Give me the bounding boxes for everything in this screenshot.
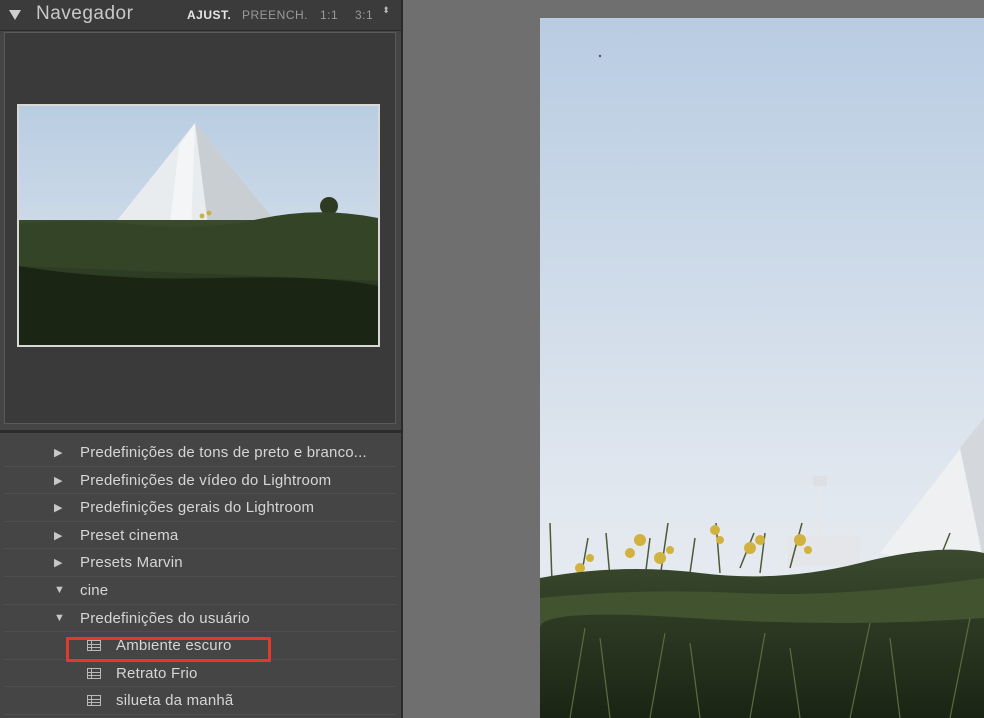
collapse-triangle-icon[interactable] <box>9 10 21 20</box>
preset-folder-label: cine <box>80 581 109 599</box>
collapse-arrow-icon[interactable]: ▼ <box>54 584 65 596</box>
preset-folder-bw-tones[interactable]: ▶ Predefinições de tons de preto e branc… <box>4 439 396 467</box>
preset-list: ▶ Predefinições de tons de preto e branc… <box>4 439 396 715</box>
expand-arrow-icon[interactable]: ▶ <box>54 474 62 487</box>
main-photo <box>540 18 984 718</box>
preset-item-label: silueta da manhã <box>116 692 234 710</box>
collapse-arrow-icon[interactable]: ▼ <box>54 612 65 624</box>
zoom-1to1-option[interactable]: 1:1 <box>320 8 338 22</box>
zoom-fill-option[interactable]: PREENCH. <box>242 8 308 22</box>
selection-highlight <box>66 637 271 662</box>
preset-item-silueta[interactable]: silueta da manhã <box>4 687 396 715</box>
preset-folder-user[interactable]: ▼ Predefinições do usuário <box>4 605 396 633</box>
preset-folder-cinema[interactable]: ▶ Preset cinema <box>4 522 396 550</box>
expand-arrow-icon[interactable]: ▶ <box>54 501 62 514</box>
preset-icon <box>87 695 101 707</box>
preset-item-label: Retrato Frio <box>116 664 198 682</box>
preset-folder-label: Predefinições do usuário <box>80 609 250 627</box>
preset-item-retrato-frio[interactable]: Retrato Frio <box>4 660 396 688</box>
preset-folder-general[interactable]: ▶ Predefinições gerais do Lightroom <box>4 494 396 522</box>
preset-folder-label: Predefinições de vídeo do Lightroom <box>80 471 332 489</box>
expand-arrow-icon[interactable]: ▶ <box>54 529 62 542</box>
navigator-header[interactable]: Navegador AJUST. PREENCH. 1:1 3:1 ⬍ <box>0 0 401 31</box>
main-photo-view[interactable] <box>540 18 984 718</box>
expand-arrow-icon[interactable]: ▶ <box>54 446 62 459</box>
left-panel: Navegador AJUST. PREENCH. 1:1 3:1 ⬍ ▶ Pr… <box>0 0 403 718</box>
preset-folder-video[interactable]: ▶ Predefinições de vídeo do Lightroom <box>4 467 396 495</box>
navigator-title: Navegador <box>36 3 134 24</box>
zoom-stepper-icon[interactable]: ⬍ <box>381 6 391 24</box>
expand-arrow-icon[interactable]: ▶ <box>54 556 62 569</box>
preset-icon <box>87 667 101 679</box>
panel-divider <box>0 430 401 433</box>
zoom-fit-option[interactable]: AJUST. <box>187 8 231 22</box>
preset-folder-label: Presets Marvin <box>80 554 183 572</box>
preset-folder-label: Predefinições gerais do Lightroom <box>80 499 315 517</box>
zoom-3to1-option[interactable]: 3:1 <box>355 8 373 22</box>
preset-folder-label: Predefinições de tons de preto e branco.… <box>80 444 367 461</box>
preset-folder-cine[interactable]: ▼ cine <box>4 577 396 605</box>
preset-folder-marvin[interactable]: ▶ Presets Marvin <box>4 549 396 577</box>
preset-folder-label: Preset cinema <box>80 526 179 544</box>
navigator-thumbnail[interactable] <box>17 104 380 347</box>
thumbnail-photo <box>19 106 378 345</box>
